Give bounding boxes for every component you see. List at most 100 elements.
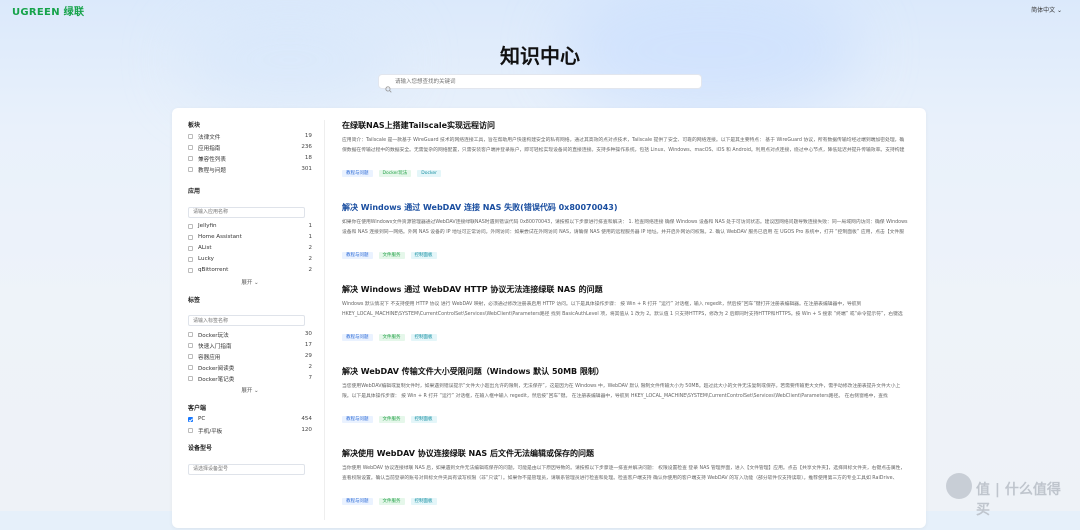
article-tag[interactable]: Docker <box>417 170 442 177</box>
article-title[interactable]: 解决 Windows 通过 WebDAV HTTP 协议无法连接绿联 NAS 的… <box>342 284 908 296</box>
filter-option[interactable]: Home Assistant 1 <box>188 233 312 244</box>
filter-section: 客户端 PC 454 手机/平板 120 <box>188 403 312 437</box>
article-title[interactable]: 解决 Windows 通过 WebDAV 连接 NAS 失败(错误代码 0x80… <box>342 202 908 214</box>
article-excerpt: Windows 默认情况下 不支持使用 HTTP 协议 进行 WebDAV 映射… <box>342 302 903 317</box>
filter-search-input[interactable] <box>188 206 305 218</box>
checkbox[interactable] <box>188 223 193 229</box>
filter-section-title: 客户端 <box>188 405 207 412</box>
checkbox[interactable] <box>188 145 193 150</box>
filter-option-label: 法律文件 <box>198 135 221 141</box>
filter-option[interactable]: Docker笔记类 7 <box>188 374 312 385</box>
checkbox[interactable] <box>188 417 193 422</box>
article-tag[interactable]: 控制面板 <box>410 334 437 341</box>
checkbox[interactable] <box>188 428 193 433</box>
filter-option[interactable]: AList 2 <box>188 244 312 255</box>
article-tag[interactable]: 文件服务 <box>378 252 405 259</box>
article-tags: 教程与问题 文件服务 控制面板 <box>342 241 908 259</box>
article-card[interactable]: 在绿联NAS上搭建Tailscale实现远程访问 应用简介：Tailscale 是… <box>342 120 908 202</box>
filter-option-count: 30 <box>304 331 312 337</box>
checkbox[interactable] <box>188 256 193 262</box>
watermark: 值 | 什么值得买 <box>946 473 1074 518</box>
article-card[interactable]: 解决 Windows 通过 WebDAV HTTP 协议无法连接绿联 NAS 的… <box>342 284 908 366</box>
filter-option-count: 19 <box>304 133 312 139</box>
expand-toggle[interactable]: 展开 ⌄ <box>188 277 312 289</box>
article-tag[interactable]: 文件服务 <box>378 416 405 423</box>
filter-section: 标签Docker玩法30快速入门指南17容器应用29Docker阅读类2Dock… <box>188 295 312 398</box>
language-selector[interactable]: 简体中文 ⌄ <box>1031 5 1062 14</box>
filter-option[interactable]: 容器应用 29 <box>188 352 312 363</box>
filter-option[interactable]: 应用指南 236 <box>188 143 312 154</box>
filter-option[interactable]: Docker玩法 30 <box>188 330 312 341</box>
filter-option-label: Docker笔记类 <box>198 377 235 383</box>
checkbox[interactable] <box>188 167 193 172</box>
article-title[interactable]: 解决 WebDAV 传输文件大小受限问题（Windows 默认 50MB 限制） <box>342 366 908 378</box>
search-input[interactable] <box>395 75 695 88</box>
filter-option[interactable]: Jellyfin 1 <box>188 222 312 233</box>
article-title[interactable]: 在绿联NAS上搭建Tailscale实现远程访问 <box>342 120 908 132</box>
content-panel: 板块法律文件19应用指南236兼容性列表18教程与问题301应用Jellyfin… <box>172 108 926 528</box>
article-tag[interactable]: 教程与问题 <box>342 334 373 341</box>
article-tags: 教程与问题 文件服务 控制面板 <box>342 405 908 423</box>
filter-option-label: 兼容性列表 <box>198 157 226 163</box>
article-tag[interactable]: 教程与问题 <box>342 252 373 259</box>
filter-section: 应用 Jellyfin1Home Assistant1AList2Lucky 2 qB… <box>188 186 312 289</box>
article-tag[interactable]: 控制面板 <box>410 416 437 423</box>
filter-option[interactable]: 手机/平板 120 <box>188 426 312 437</box>
checkbox[interactable] <box>188 343 193 348</box>
filter-section-title: 应用 <box>188 188 201 195</box>
article-list: 在绿联NAS上搭建Tailscale实现远程访问 应用简介：Tailscale 是… <box>342 120 908 530</box>
filter-section: 板块 法律文件 19 应用指南 236 兼容性列表 18 教程与问题 301 <box>188 120 312 176</box>
filter-search-input[interactable] <box>188 463 305 475</box>
article-tag[interactable]: 文件服务 <box>378 498 405 505</box>
checkbox[interactable] <box>188 245 193 251</box>
article-tags: 教程与问题 文件服务 控制面板 <box>342 487 908 505</box>
filter-option[interactable]: 兼容性列表 18 <box>188 154 312 165</box>
filter-option-count: 2 <box>308 255 312 262</box>
article-card[interactable]: 解决 WebDAV 传输文件大小受限问题（Windows 默认 50MB 限制）… <box>342 366 908 448</box>
article-tag[interactable]: 教程与问题 <box>342 498 373 505</box>
filter-option-count: 18 <box>304 155 312 161</box>
filter-option-label: Jellyfin <box>198 222 217 229</box>
expand-toggle[interactable]: 展开 ⌄ <box>188 385 312 397</box>
article-title[interactable]: 解决使用 WebDAV 协议连接绿联 NAS 后文件无法编辑或保存的问题 <box>342 448 908 460</box>
article-tag[interactable]: 教程与问题 <box>342 416 373 423</box>
article-excerpt: 应用简介：Tailscale 是一款基于 WireGuard 技术的网络连接工具… <box>342 138 905 153</box>
filter-option[interactable]: Lucky 2 <box>188 255 312 266</box>
article-tag[interactable]: 控制面板 <box>410 252 437 259</box>
article-tag[interactable]: 控制面板 <box>410 498 437 505</box>
filter-option-label: Docker玩法 <box>198 333 229 339</box>
checkbox[interactable] <box>188 234 193 240</box>
filter-option[interactable]: 法律文件 19 <box>188 132 312 143</box>
checkbox[interactable] <box>188 134 193 139</box>
filter-option-label: qBittorrent <box>198 266 229 273</box>
checkbox[interactable] <box>188 332 193 337</box>
article-card[interactable]: 解决 Windows 通过 WebDAV 连接 NAS 失败(错误代码 0x80… <box>342 202 908 284</box>
article-tag[interactable]: Docker玩法 <box>378 170 412 177</box>
article-tag[interactable]: 教程与问题 <box>342 170 373 177</box>
filter-option-label: Lucky <box>198 255 214 262</box>
filter-option-label: 手机/平板 <box>198 429 223 435</box>
checkbox[interactable] <box>188 156 193 161</box>
article-card[interactable]: 解决使用 WebDAV 协议连接绿联 NAS 后文件无法编辑或保存的问题 当你使用… <box>342 448 908 530</box>
filter-option-count: 29 <box>304 353 312 359</box>
top-navigation: UGREEN 绿联 简体中文 ⌄ <box>0 0 1080 18</box>
filter-option-label: 应用指南 <box>198 146 221 152</box>
filter-option[interactable]: 教程与问题 301 <box>188 165 312 176</box>
checkbox[interactable] <box>188 365 193 370</box>
checkbox[interactable] <box>188 354 193 359</box>
filter-option[interactable]: Docker阅读类 2 <box>188 363 312 374</box>
filter-option[interactable]: qBittorrent 2 <box>188 266 312 277</box>
search-icon <box>385 78 392 97</box>
filter-option[interactable]: PC 454 <box>188 415 312 426</box>
filter-option-count: 7 <box>308 375 312 381</box>
checkbox[interactable] <box>188 267 193 273</box>
ugreen-logo[interactable]: UGREEN 绿联 <box>12 3 84 18</box>
filter-option-count: 454 <box>301 416 312 422</box>
filter-search-input[interactable] <box>188 315 305 326</box>
article-tag[interactable]: 文件服务 <box>378 334 405 341</box>
filter-section-title: 设备型号 <box>188 445 213 452</box>
filter-option[interactable]: 快速入门指南 17 <box>188 341 312 352</box>
article-tags: 教程与问题 文件服务 控制面板 <box>342 323 908 341</box>
search-box[interactable] <box>378 74 702 93</box>
checkbox[interactable] <box>188 376 193 381</box>
